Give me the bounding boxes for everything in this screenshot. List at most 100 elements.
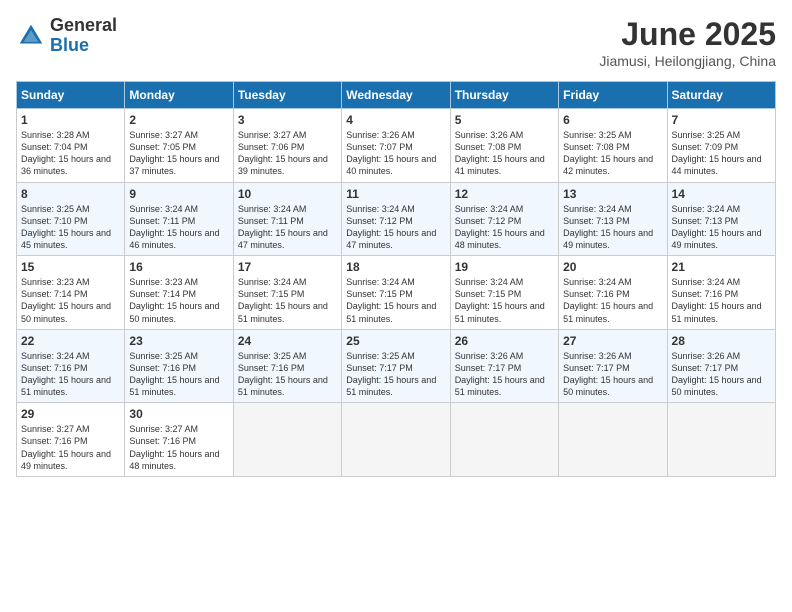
calendar-week-row: 22 Sunrise: 3:24 AM Sunset: 7:16 PM Dayl…: [17, 329, 776, 403]
day-info: Sunrise: 3:28 AM Sunset: 7:04 PM Dayligh…: [21, 129, 120, 178]
day-info: Sunrise: 3:26 AM Sunset: 7:17 PM Dayligh…: [672, 350, 771, 399]
table-row: [450, 403, 558, 477]
day-info: Sunrise: 3:23 AM Sunset: 7:14 PM Dayligh…: [129, 276, 228, 325]
day-info: Sunrise: 3:24 AM Sunset: 7:15 PM Dayligh…: [238, 276, 337, 325]
table-row: 8 Sunrise: 3:25 AM Sunset: 7:10 PM Dayli…: [17, 182, 125, 256]
day-info: Sunrise: 3:26 AM Sunset: 7:17 PM Dayligh…: [455, 350, 554, 399]
col-sunday: Sunday: [17, 82, 125, 109]
calendar-week-row: 29 Sunrise: 3:27 AM Sunset: 7:16 PM Dayl…: [17, 403, 776, 477]
day-info: Sunrise: 3:27 AM Sunset: 7:16 PM Dayligh…: [129, 423, 228, 472]
day-number: 4: [346, 113, 445, 127]
day-info: Sunrise: 3:27 AM Sunset: 7:16 PM Dayligh…: [21, 423, 120, 472]
col-monday: Monday: [125, 82, 233, 109]
table-row: 20 Sunrise: 3:24 AM Sunset: 7:16 PM Dayl…: [559, 256, 667, 330]
day-number: 23: [129, 334, 228, 348]
col-friday: Friday: [559, 82, 667, 109]
day-info: Sunrise: 3:24 AM Sunset: 7:16 PM Dayligh…: [563, 276, 662, 325]
table-row: 16 Sunrise: 3:23 AM Sunset: 7:14 PM Dayl…: [125, 256, 233, 330]
day-number: 20: [563, 260, 662, 274]
table-row: 11 Sunrise: 3:24 AM Sunset: 7:12 PM Dayl…: [342, 182, 450, 256]
day-number: 16: [129, 260, 228, 274]
table-row: 7 Sunrise: 3:25 AM Sunset: 7:09 PM Dayli…: [667, 109, 775, 183]
col-thursday: Thursday: [450, 82, 558, 109]
table-row: 30 Sunrise: 3:27 AM Sunset: 7:16 PM Dayl…: [125, 403, 233, 477]
day-number: 19: [455, 260, 554, 274]
day-info: Sunrise: 3:25 AM Sunset: 7:16 PM Dayligh…: [129, 350, 228, 399]
table-row: 1 Sunrise: 3:28 AM Sunset: 7:04 PM Dayli…: [17, 109, 125, 183]
table-row: 2 Sunrise: 3:27 AM Sunset: 7:05 PM Dayli…: [125, 109, 233, 183]
day-info: Sunrise: 3:25 AM Sunset: 7:08 PM Dayligh…: [563, 129, 662, 178]
table-row: 15 Sunrise: 3:23 AM Sunset: 7:14 PM Dayl…: [17, 256, 125, 330]
table-row: [233, 403, 341, 477]
table-row: 13 Sunrise: 3:24 AM Sunset: 7:13 PM Dayl…: [559, 182, 667, 256]
day-info: Sunrise: 3:25 AM Sunset: 7:09 PM Dayligh…: [672, 129, 771, 178]
table-row: 14 Sunrise: 3:24 AM Sunset: 7:13 PM Dayl…: [667, 182, 775, 256]
day-number: 25: [346, 334, 445, 348]
day-info: Sunrise: 3:24 AM Sunset: 7:12 PM Dayligh…: [455, 203, 554, 252]
table-row: 17 Sunrise: 3:24 AM Sunset: 7:15 PM Dayl…: [233, 256, 341, 330]
day-info: Sunrise: 3:25 AM Sunset: 7:17 PM Dayligh…: [346, 350, 445, 399]
day-info: Sunrise: 3:26 AM Sunset: 7:17 PM Dayligh…: [563, 350, 662, 399]
table-row: 22 Sunrise: 3:24 AM Sunset: 7:16 PM Dayl…: [17, 329, 125, 403]
page-header: General Blue June 2025 Jiamusi, Heilongj…: [16, 16, 776, 69]
day-info: Sunrise: 3:24 AM Sunset: 7:15 PM Dayligh…: [346, 276, 445, 325]
table-row: 10 Sunrise: 3:24 AM Sunset: 7:11 PM Dayl…: [233, 182, 341, 256]
day-number: 9: [129, 187, 228, 201]
day-info: Sunrise: 3:26 AM Sunset: 7:07 PM Dayligh…: [346, 129, 445, 178]
table-row: 3 Sunrise: 3:27 AM Sunset: 7:06 PM Dayli…: [233, 109, 341, 183]
table-row: 28 Sunrise: 3:26 AM Sunset: 7:17 PM Dayl…: [667, 329, 775, 403]
table-row: 12 Sunrise: 3:24 AM Sunset: 7:12 PM Dayl…: [450, 182, 558, 256]
day-number: 14: [672, 187, 771, 201]
logo-text: General Blue: [50, 16, 117, 56]
day-info: Sunrise: 3:26 AM Sunset: 7:08 PM Dayligh…: [455, 129, 554, 178]
table-row: [667, 403, 775, 477]
logo-blue: Blue: [50, 36, 117, 56]
day-number: 13: [563, 187, 662, 201]
calendar-header-row: Sunday Monday Tuesday Wednesday Thursday…: [17, 82, 776, 109]
day-number: 29: [21, 407, 120, 421]
day-number: 5: [455, 113, 554, 127]
day-info: Sunrise: 3:24 AM Sunset: 7:12 PM Dayligh…: [346, 203, 445, 252]
table-row: [342, 403, 450, 477]
day-number: 28: [672, 334, 771, 348]
day-number: 2: [129, 113, 228, 127]
day-info: Sunrise: 3:27 AM Sunset: 7:06 PM Dayligh…: [238, 129, 337, 178]
table-row: [559, 403, 667, 477]
day-number: 22: [21, 334, 120, 348]
day-number: 27: [563, 334, 662, 348]
table-row: 19 Sunrise: 3:24 AM Sunset: 7:15 PM Dayl…: [450, 256, 558, 330]
day-number: 12: [455, 187, 554, 201]
table-row: 29 Sunrise: 3:27 AM Sunset: 7:16 PM Dayl…: [17, 403, 125, 477]
day-info: Sunrise: 3:24 AM Sunset: 7:15 PM Dayligh…: [455, 276, 554, 325]
col-wednesday: Wednesday: [342, 82, 450, 109]
logo-general: General: [50, 16, 117, 36]
day-number: 21: [672, 260, 771, 274]
day-number: 30: [129, 407, 228, 421]
day-number: 15: [21, 260, 120, 274]
day-info: Sunrise: 3:24 AM Sunset: 7:11 PM Dayligh…: [129, 203, 228, 252]
day-info: Sunrise: 3:24 AM Sunset: 7:11 PM Dayligh…: [238, 203, 337, 252]
table-row: 25 Sunrise: 3:25 AM Sunset: 7:17 PM Dayl…: [342, 329, 450, 403]
month-title: June 2025: [599, 16, 776, 53]
col-tuesday: Tuesday: [233, 82, 341, 109]
day-number: 8: [21, 187, 120, 201]
day-info: Sunrise: 3:24 AM Sunset: 7:16 PM Dayligh…: [21, 350, 120, 399]
day-info: Sunrise: 3:24 AM Sunset: 7:13 PM Dayligh…: [672, 203, 771, 252]
day-number: 11: [346, 187, 445, 201]
day-info: Sunrise: 3:27 AM Sunset: 7:05 PM Dayligh…: [129, 129, 228, 178]
table-row: 6 Sunrise: 3:25 AM Sunset: 7:08 PM Dayli…: [559, 109, 667, 183]
table-row: 4 Sunrise: 3:26 AM Sunset: 7:07 PM Dayli…: [342, 109, 450, 183]
day-number: 26: [455, 334, 554, 348]
day-info: Sunrise: 3:25 AM Sunset: 7:16 PM Dayligh…: [238, 350, 337, 399]
day-info: Sunrise: 3:24 AM Sunset: 7:16 PM Dayligh…: [672, 276, 771, 325]
table-row: 26 Sunrise: 3:26 AM Sunset: 7:17 PM Dayl…: [450, 329, 558, 403]
day-number: 17: [238, 260, 337, 274]
location: Jiamusi, Heilongjiang, China: [599, 53, 776, 69]
day-number: 7: [672, 113, 771, 127]
table-row: 24 Sunrise: 3:25 AM Sunset: 7:16 PM Dayl…: [233, 329, 341, 403]
calendar-week-row: 15 Sunrise: 3:23 AM Sunset: 7:14 PM Dayl…: [17, 256, 776, 330]
day-number: 10: [238, 187, 337, 201]
logo-icon: [16, 21, 46, 51]
day-number: 1: [21, 113, 120, 127]
day-info: Sunrise: 3:25 AM Sunset: 7:10 PM Dayligh…: [21, 203, 120, 252]
